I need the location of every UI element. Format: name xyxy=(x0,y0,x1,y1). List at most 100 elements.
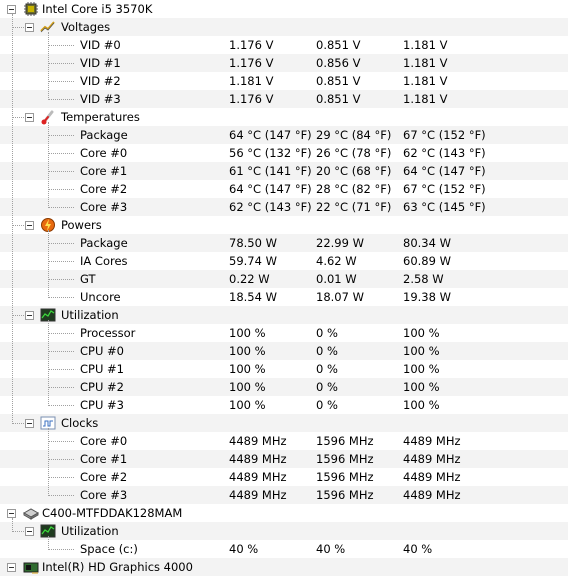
tree-line xyxy=(48,171,74,172)
sensor-label: Core #2 xyxy=(80,470,128,484)
sensor-row[interactable]: Uncore 18.54 W 18.07 W 19.38 W xyxy=(0,288,568,306)
sensor-min: 0.856 V xyxy=(316,56,361,70)
sensor-group-powers: Powers xyxy=(0,216,568,234)
sensor-label: Space (c:) xyxy=(80,542,138,556)
collapse-toggle[interactable] xyxy=(25,311,34,320)
collapse-toggle[interactable] xyxy=(25,113,34,122)
sensor-min: 0 % xyxy=(316,344,338,358)
hardware-name: Intel Core i5 3570K xyxy=(42,2,153,16)
sensor-max: 4489 MHz xyxy=(403,488,461,502)
sensor-max: 100 % xyxy=(403,380,440,394)
sensor-row[interactable]: CPU #2 100 % 0 % 100 % xyxy=(0,378,568,396)
sensor-row[interactable]: Core #2 64 °C (147 °F) 28 °C (82 °F) 67 °C … xyxy=(0,180,568,198)
sensor-max: 1.181 V xyxy=(403,74,448,88)
collapse-toggle[interactable] xyxy=(25,221,34,230)
sensor-label: CPU #3 xyxy=(80,398,124,412)
sensor-group-utilization: Utilization xyxy=(0,306,568,324)
sensor-row[interactable]: IA Cores 59.74 W 4.62 W 60.89 W xyxy=(0,252,568,270)
collapse-toggle[interactable] xyxy=(7,509,16,518)
sensor-value: 64 °C (147 °F) xyxy=(229,182,312,196)
sensor-max: 40 % xyxy=(403,542,433,556)
sensor-value: 4489 MHz xyxy=(229,470,287,484)
sensor-min: 0.01 W xyxy=(316,272,357,286)
sensor-value: 40 % xyxy=(229,542,259,556)
sensor-group-title: Temperatures xyxy=(61,110,140,124)
sensor-row[interactable]: VID #0 1.176 V 0.851 V 1.181 V xyxy=(0,36,568,54)
hardware-name: C400-MTFDDAK128MAM xyxy=(42,506,183,520)
sensor-min: 26 °C (78 °F) xyxy=(316,146,392,160)
sensor-row[interactable]: CPU #0 100 % 0 % 100 % xyxy=(0,342,568,360)
sensor-group-title: Clocks xyxy=(61,416,99,430)
tree-line xyxy=(48,279,74,280)
sensor-min: 0 % xyxy=(316,362,338,376)
sensor-label: VID #1 xyxy=(80,56,121,70)
sensor-label: Core #0 xyxy=(80,146,128,160)
sensor-max: 67 °C (152 °F) xyxy=(403,182,486,196)
sensor-row[interactable]: VID #2 1.181 V 0.851 V 1.181 V xyxy=(0,72,568,90)
sensor-row[interactable]: Core #3 62 °C (143 °F) 22 °C (71 °F) 63 °C … xyxy=(0,198,568,216)
sensor-value: 100 % xyxy=(229,344,266,358)
sensor-min: 29 °C (84 °F) xyxy=(316,128,392,142)
sensor-row[interactable]: Package 78.50 W 22.99 W 80.34 W xyxy=(0,234,568,252)
sensor-min: 4.62 W xyxy=(316,254,357,268)
tree-line xyxy=(12,225,24,226)
sensor-max: 1.181 V xyxy=(403,56,448,70)
sensor-max: 80.34 W xyxy=(403,236,451,250)
sensor-row[interactable]: Core #1 4489 MHz 1596 MHz 4489 MHz xyxy=(0,450,568,468)
sensor-row[interactable]: CPU #3 100 % 0 % 100 % xyxy=(0,396,568,414)
sensor-label: Core #3 xyxy=(80,488,128,502)
sensor-label: VID #2 xyxy=(80,74,121,88)
tree-line xyxy=(48,243,74,244)
sensor-label: Core #2 xyxy=(80,182,128,196)
sensor-row[interactable]: CPU #1 100 % 0 % 100 % xyxy=(0,360,568,378)
sensor-min: 1596 MHz xyxy=(316,470,374,484)
collapse-toggle[interactable] xyxy=(7,563,16,572)
sensor-row[interactable]: Core #0 56 °C (132 °F) 26 °C (78 °F) 62 °C … xyxy=(0,144,568,162)
sensor-row[interactable]: GT 0.22 W 0.01 W 2.58 W xyxy=(0,270,568,288)
sensor-label: Uncore xyxy=(80,290,121,304)
tree-line xyxy=(48,32,49,100)
tree-line xyxy=(48,230,49,298)
hardware-node-disk: C400-MTFDDAK128MAM xyxy=(0,504,568,522)
sensor-label: Core #1 xyxy=(80,452,128,466)
sensor-min: 0 % xyxy=(316,398,338,412)
sensor-min: 0 % xyxy=(316,380,338,394)
sensor-label: CPU #2 xyxy=(80,380,124,394)
tree-line xyxy=(48,387,74,388)
sensor-max: 60.89 W xyxy=(403,254,451,268)
sensor-min: 18.07 W xyxy=(316,290,364,304)
sensor-row[interactable]: Core #3 4489 MHz 1596 MHz 4489 MHz xyxy=(0,486,568,504)
collapse-toggle[interactable] xyxy=(25,419,34,428)
sensor-min: 0.851 V xyxy=(316,92,361,106)
sensor-row[interactable]: Core #2 4489 MHz 1596 MHz 4489 MHz xyxy=(0,468,568,486)
sensor-label: Core #1 xyxy=(80,164,128,178)
sensor-min: 0.851 V xyxy=(316,74,361,88)
sensor-max: 100 % xyxy=(403,326,440,340)
tree-line xyxy=(48,207,74,208)
sensor-row[interactable]: Core #0 4489 MHz 1596 MHz 4489 MHz xyxy=(0,432,568,450)
collapse-toggle[interactable] xyxy=(7,5,16,14)
sensor-row[interactable]: VID #3 1.176 V 0.851 V 1.181 V xyxy=(0,90,568,108)
sensor-row[interactable]: VID #1 1.176 V 0.856 V 1.181 V xyxy=(0,54,568,72)
collapse-toggle[interactable] xyxy=(25,23,34,32)
tree-line xyxy=(48,351,74,352)
tree-line xyxy=(48,99,74,100)
sensor-max: 100 % xyxy=(403,344,440,358)
sensor-row[interactable]: Processor 100 % 0 % 100 % xyxy=(0,324,568,342)
sensor-row[interactable]: Core #1 61 °C (141 °F) 20 °C (68 °F) 64 °C … xyxy=(0,162,568,180)
sensor-label: Package xyxy=(80,128,128,142)
collapse-toggle[interactable] xyxy=(25,527,34,536)
sensor-min: 0.851 V xyxy=(316,38,361,52)
sensor-group-title: Powers xyxy=(61,218,102,232)
sensor-group-title: Utilization xyxy=(61,308,119,322)
sensor-row[interactable]: Space (c:) 40 % 40 % 40 % xyxy=(0,540,568,558)
sensor-value: 1.176 V xyxy=(229,56,274,70)
sensor-label: VID #3 xyxy=(80,92,121,106)
sensor-label: Core #3 xyxy=(80,200,128,214)
sensor-row[interactable]: Package 64 °C (147 °F) 29 °C (84 °F) 67 °C … xyxy=(0,126,568,144)
tree-line xyxy=(48,536,49,550)
tree-line xyxy=(48,459,74,460)
sensor-max: 1.181 V xyxy=(403,92,448,106)
sensor-label: CPU #1 xyxy=(80,362,124,376)
tree-line xyxy=(48,477,74,478)
